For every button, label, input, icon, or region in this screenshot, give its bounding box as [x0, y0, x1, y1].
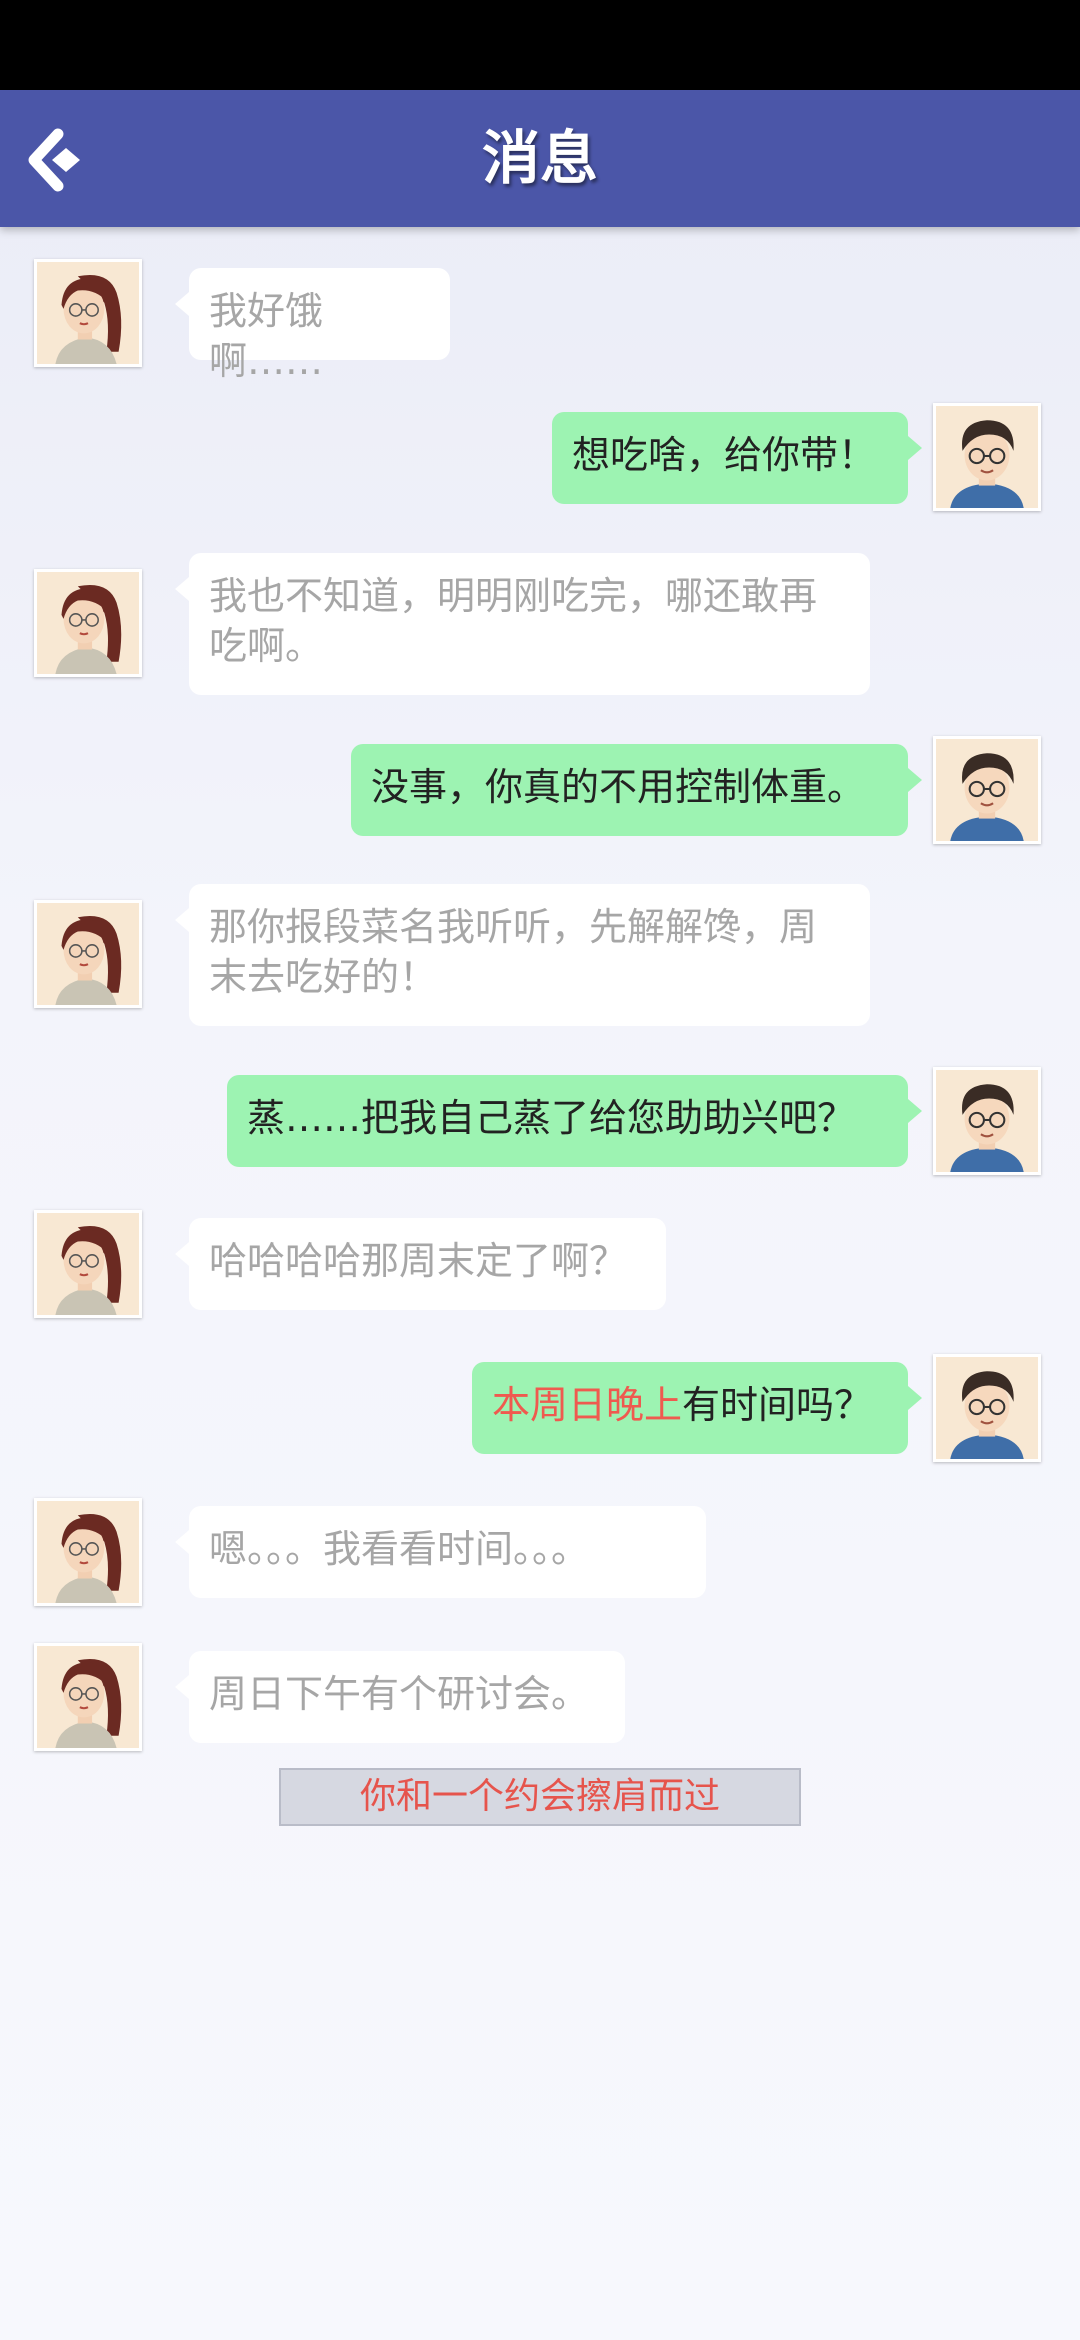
contact-avatar[interactable] — [34, 1643, 142, 1751]
page-title: 消息 — [481, 124, 598, 192]
message-bubble-received: 我好饿啊…… — [175, 268, 450, 383]
contact-avatar[interactable] — [34, 900, 142, 1008]
message-bubble-sent: 想吃啥，给你带！ — [552, 412, 922, 504]
message-bubble-sent: 蒸……把我自己蒸了给您助助兴吧？ — [227, 1075, 922, 1167]
message-bubble-received: 我也不知道，明明刚吃完，哪还敢再吃啊。 — [175, 553, 870, 695]
contact-avatar[interactable] — [34, 1498, 142, 1606]
message-text: 有时间吗？ — [682, 1383, 873, 1427]
contact-avatar[interactable] — [34, 569, 142, 677]
contact-avatar[interactable] — [34, 1210, 142, 1318]
missed-date-notice: 你和一个约会擦肩而过 — [279, 1768, 801, 1826]
user-avatar[interactable] — [933, 403, 1041, 511]
user-avatar[interactable] — [933, 1067, 1041, 1175]
status-bar — [0, 0, 1080, 90]
contact-avatar[interactable] — [34, 259, 142, 367]
header-bar: 消息 — [0, 90, 1080, 227]
message-bubble-sent: 本周日晚上有时间吗？ — [472, 1362, 922, 1454]
message-bubble-sent: 没事，你真的不用控制体重。 — [351, 744, 922, 836]
user-avatar[interactable] — [933, 1354, 1041, 1462]
message-bubble-received: 周日下午有个研讨会。 — [175, 1651, 625, 1743]
user-avatar[interactable] — [933, 736, 1041, 844]
message-bubble-received: 哈哈哈哈那周末定了啊？ — [175, 1218, 666, 1310]
message-bubble-received: 嗯。。。我看看时间。。。 — [175, 1506, 706, 1598]
message-bubble-received: 那你报段菜名我听听，先解解馋，周末去吃好的！ — [175, 884, 870, 1026]
highlighted-time: 本周日晚上 — [492, 1383, 683, 1427]
